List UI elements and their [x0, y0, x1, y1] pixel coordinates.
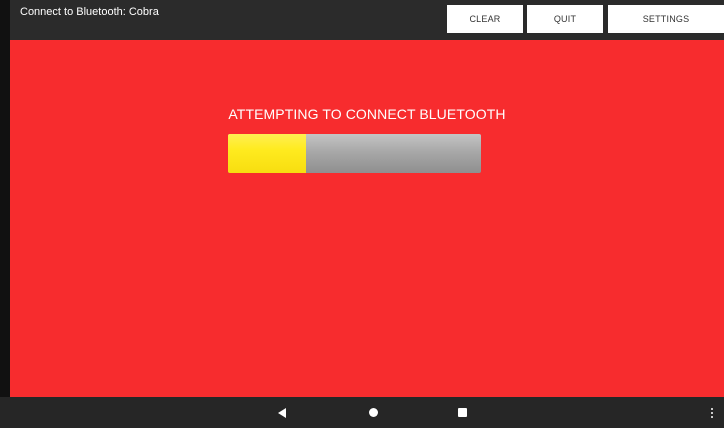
app-window: Connect to Bluetooth: Cobra CLEAR QUIT S…: [10, 0, 724, 397]
clear-button[interactable]: CLEAR: [447, 5, 523, 33]
quit-button[interactable]: QUIT: [527, 5, 603, 33]
back-icon[interactable]: [270, 397, 294, 428]
overflow-menu-icon[interactable]: [700, 397, 724, 428]
progress-fill: [228, 134, 307, 173]
connection-progress-bar: [228, 134, 481, 173]
action-bar: Connect to Bluetooth: Cobra CLEAR QUIT S…: [10, 0, 724, 40]
home-icon[interactable]: [361, 397, 385, 428]
system-navigation-bar: [0, 397, 724, 428]
settings-button[interactable]: SETTINGS: [608, 5, 724, 33]
connection-status-text: ATTEMPTING TO CONNECT BLUETOOTH: [228, 106, 506, 122]
screen-edge: [0, 0, 10, 428]
app-title: Connect to Bluetooth: Cobra: [20, 6, 159, 18]
connection-panel: ATTEMPTING TO CONNECT BLUETOOTH: [10, 40, 724, 397]
recents-icon[interactable]: [450, 397, 474, 428]
